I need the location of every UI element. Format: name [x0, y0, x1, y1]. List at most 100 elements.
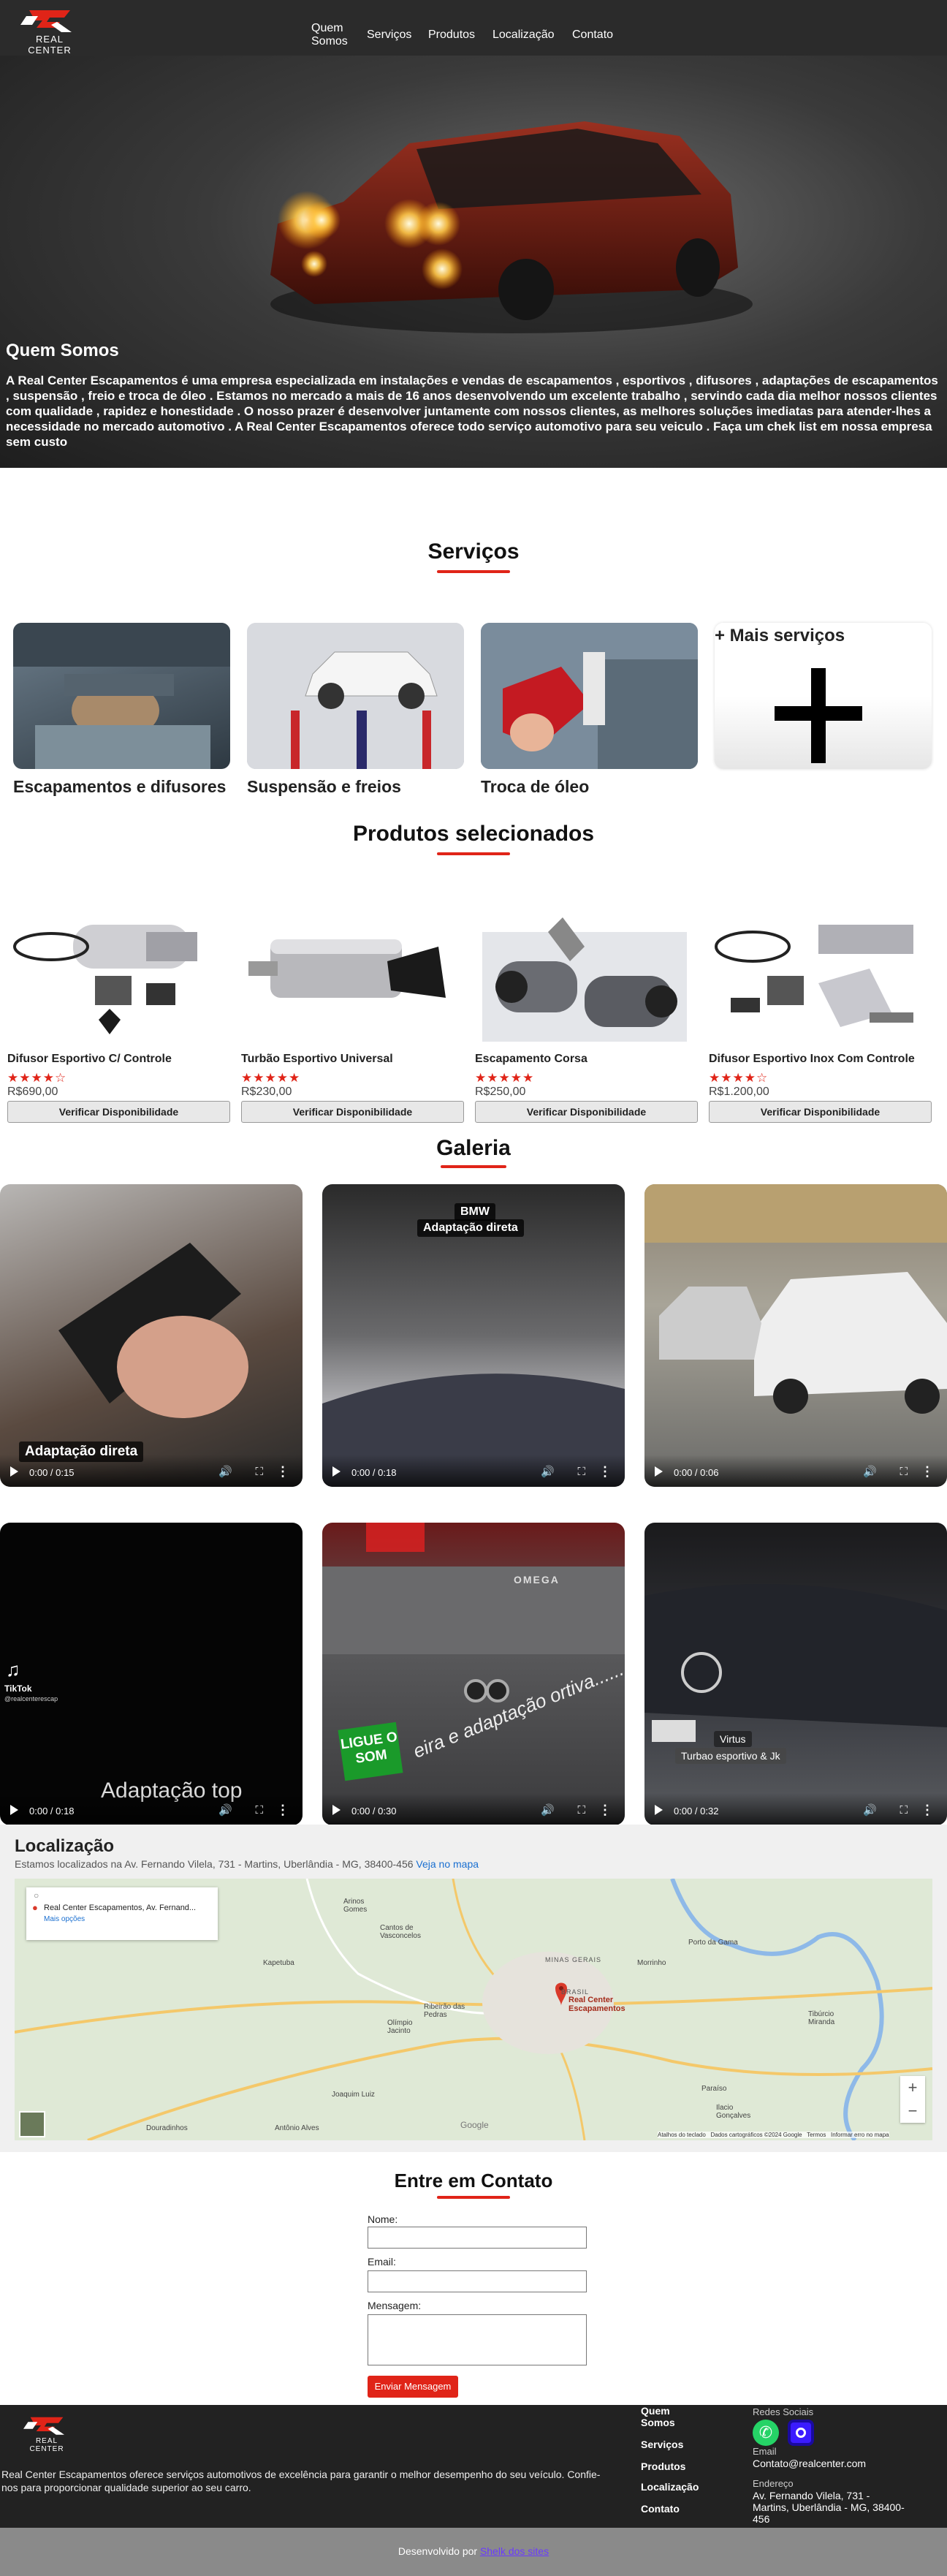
map-place-label: Olímpio Jacinto: [387, 2019, 413, 2035]
volume-icon[interactable]: 🔊: [541, 1803, 555, 1817]
play-icon[interactable]: [332, 1805, 341, 1815]
gallery-video-1[interactable]: Adaptação direta 0:00 / 0:15 🔊 ⛶ ⋮: [0, 1184, 303, 1487]
send-message-button[interactable]: Enviar Mensagem: [368, 2376, 458, 2398]
map-place-label: Porto da Gama: [688, 1939, 738, 1947]
developer-link[interactable]: Shelk dos sites: [480, 2545, 549, 2557]
social-heading: Redes Sociais: [753, 2406, 814, 2417]
products-title-underline: [437, 852, 510, 855]
volume-icon[interactable]: 🔊: [541, 1465, 555, 1478]
map-card-pin-icon: ●: [32, 1902, 38, 1913]
more-options-icon[interactable]: ⋮: [276, 1803, 289, 1818]
footer-logo[interactable]: REAL CENTER: [18, 2414, 76, 2453]
map-place-label: Ilacio Gonçalves: [716, 2104, 751, 2120]
volume-icon[interactable]: 🔊: [863, 1803, 877, 1817]
contact-title-underline: [437, 2196, 510, 2199]
product-rating-stars: ★★★★★: [475, 1071, 535, 1085]
more-options-icon[interactable]: ⋮: [276, 1464, 289, 1480]
developer-bar: Desenvolvido por Shelk dos sites: [0, 2528, 947, 2576]
video-time: 0:00 / 0:18: [29, 1806, 75, 1817]
gallery-video-3[interactable]: 0:00 / 0:06 🔊 ⛶ ⋮: [644, 1184, 947, 1487]
check-availability-button[interactable]: Verificar Disponibilidade: [475, 1101, 698, 1123]
address-heading: Endereço: [753, 2478, 794, 2489]
video-caption: Adaptação direta: [417, 1219, 524, 1237]
oil-change-image: [481, 623, 698, 769]
name-field[interactable]: [368, 2227, 587, 2249]
check-availability-button[interactable]: Verificar Disponibilidade: [709, 1101, 932, 1123]
terms-link[interactable]: Termos: [807, 2132, 826, 2138]
more-options-icon[interactable]: ⋮: [598, 1464, 612, 1480]
more-options-icon[interactable]: ⋮: [921, 1803, 934, 1818]
services-title-underline: [437, 570, 510, 573]
play-icon[interactable]: [10, 1466, 18, 1477]
sound-on-badge: LIGUE O SOM: [338, 1721, 403, 1781]
footer-link-quem-somos[interactable]: Quem Somos: [641, 2405, 685, 2428]
keyboard-shortcuts-link[interactable]: Atalhos do teclado: [658, 2132, 706, 2138]
play-icon[interactable]: [332, 1466, 341, 1477]
hero-description: A Real Center Escapamentos é uma empresa…: [6, 374, 938, 449]
volume-icon[interactable]: 🔊: [218, 1803, 232, 1817]
nav-link-servicos[interactable]: Serviços: [367, 29, 411, 42]
play-icon[interactable]: [10, 1805, 18, 1815]
video-time: 0:00 / 0:15: [29, 1467, 75, 1478]
zoom-out-icon[interactable]: −: [900, 2099, 925, 2123]
satellite-toggle[interactable]: [19, 2111, 45, 2137]
gallery-video-4[interactable]: ♫ TikTok @realcenterescap Adaptação top …: [0, 1523, 303, 1825]
view-on-map-link[interactable]: Veja no mapa: [416, 1858, 479, 1870]
service-card-mais-servicos[interactable]: + Mais serviços: [715, 623, 932, 769]
fullscreen-icon[interactable]: ⛶: [255, 1804, 263, 1817]
video-time: 0:00 / 0:32: [674, 1806, 719, 1817]
map-place-card[interactable]: ○ ● Real Center Escapamentos, Av. Fernan…: [26, 1887, 218, 1940]
volume-icon[interactable]: 🔊: [218, 1465, 232, 1478]
google-map[interactable]: ○ ● Real Center Escapamentos, Av. Fernan…: [15, 1879, 932, 2140]
nav-link-produtos[interactable]: Produtos: [428, 29, 475, 42]
email-label: Email:: [368, 2256, 396, 2268]
tiktok-handle: @realcenterescap: [4, 1695, 58, 1702]
service-card-troca-oleo[interactable]: [481, 623, 698, 769]
footer-email[interactable]: Contato@realcenter.com: [753, 2458, 866, 2469]
map-card-more-options[interactable]: Mais opções: [44, 1915, 85, 1923]
fullscreen-icon[interactable]: ⛶: [900, 1804, 908, 1817]
gallery-video-6[interactable]: Virtus Turbao esportivo & Jk 0:00 / 0:32…: [644, 1523, 947, 1825]
email-field[interactable]: [368, 2270, 587, 2292]
car-on-lift-image: [247, 623, 464, 769]
play-icon[interactable]: [655, 1466, 663, 1477]
check-availability-button[interactable]: Verificar Disponibilidade: [241, 1101, 464, 1123]
nav-link-localizacao[interactable]: Localização: [492, 29, 555, 42]
mechanic-under-car-image: [13, 623, 230, 769]
check-availability-button[interactable]: Verificar Disponibilidade: [7, 1101, 230, 1123]
volume-icon[interactable]: 🔊: [863, 1465, 877, 1478]
map-place-label: Cantos de Vasconcelos: [380, 1924, 421, 1940]
fullscreen-icon[interactable]: ⛶: [577, 1466, 585, 1478]
whatsapp-icon[interactable]: ✆: [753, 2420, 779, 2446]
service-label-troca-oleo: Troca de óleo: [481, 777, 590, 796]
gallery-video-2[interactable]: BMW Adaptação direta 0:00 / 0:18 🔊 ⛶ ⋮: [322, 1184, 625, 1487]
report-error-link[interactable]: Informar erro no mapa: [831, 2132, 889, 2138]
gallery-video-5[interactable]: OMEGA LIGUE O SOM eira e adaptação ortiv…: [322, 1523, 625, 1825]
service-label-suspensao: Suspensão e freios: [247, 777, 401, 796]
zoom-in-icon[interactable]: +: [900, 2076, 925, 2099]
service-card-suspensao[interactable]: [247, 623, 464, 769]
map-place-label: Arinos Gomes: [343, 1898, 368, 1914]
more-options-icon[interactable]: ⋮: [921, 1464, 934, 1480]
fullscreen-icon[interactable]: ⛶: [900, 1466, 908, 1478]
product-price: R$690,00: [7, 1086, 58, 1098]
logo-mark-icon: [20, 10, 72, 32]
footer-link-servicos[interactable]: Serviços: [641, 2439, 683, 2450]
instagram-icon[interactable]: [788, 2420, 814, 2446]
footer-link-produtos[interactable]: Produtos: [641, 2461, 685, 2472]
products-title: Produtos selecionados: [352, 822, 595, 846]
more-options-icon[interactable]: ⋮: [598, 1803, 612, 1818]
video-caption-top: Virtus: [714, 1731, 752, 1747]
footer-link-contato[interactable]: Contato: [641, 2503, 680, 2515]
logo[interactable]: REAL CENTER: [13, 6, 86, 56]
service-card-escapamentos[interactable]: [13, 623, 230, 769]
map-attribution: Atalhos do teclado Dados cartográficos ©…: [658, 2132, 889, 2138]
nav-link-quem-somos[interactable]: Quem Somos: [311, 22, 355, 48]
fullscreen-icon[interactable]: ⛶: [255, 1466, 263, 1478]
product-name: Difusor Esportivo C/ Controle: [7, 1053, 172, 1065]
play-icon[interactable]: [655, 1805, 663, 1815]
fullscreen-icon[interactable]: ⛶: [577, 1804, 585, 1817]
nav-link-contato[interactable]: Contato: [572, 29, 613, 42]
footer-link-localizacao[interactable]: Localização: [641, 2481, 699, 2493]
message-field[interactable]: [368, 2314, 587, 2365]
